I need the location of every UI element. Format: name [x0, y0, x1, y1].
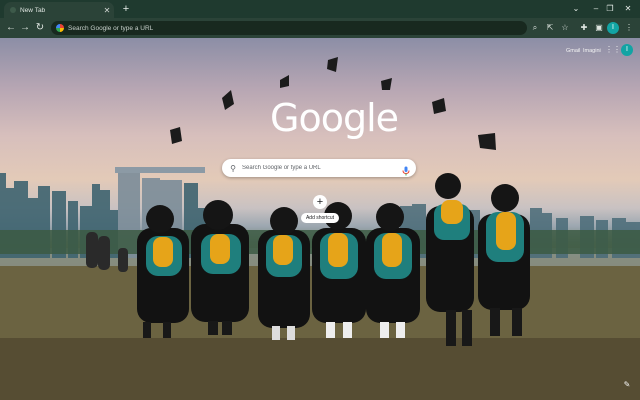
- skypark-deck: [115, 167, 205, 173]
- tab-strip: New Tab ✕ + ⌄ – ❐ ✕: [0, 0, 640, 18]
- add-shortcut-icon[interactable]: +: [313, 195, 327, 209]
- extensions-icon[interactable]: ✚: [577, 21, 591, 35]
- close-window-button[interactable]: ✕: [618, 0, 638, 18]
- search-icon: ⚲: [230, 163, 236, 173]
- add-shortcut-tile[interactable]: + Add shortcut: [301, 195, 339, 229]
- new-tab-button[interactable]: +: [119, 2, 133, 16]
- side-panel-icon[interactable]: ▣: [592, 21, 606, 35]
- new-tab-page: Gmail Imagini ⋮⋮ I Google ⚲ + Add shortc…: [0, 38, 640, 400]
- back-button[interactable]: ←: [4, 21, 18, 35]
- add-shortcut-label: Add shortcut: [301, 213, 339, 223]
- address-bar[interactable]: Search Google or type a URL: [51, 21, 527, 35]
- zoom-icon[interactable]: ⌕: [528, 21, 542, 35]
- restore-button[interactable]: ❐: [600, 0, 620, 18]
- google-logo: Google: [270, 96, 399, 140]
- tab-search-icon[interactable]: ⌄: [566, 0, 586, 18]
- account-avatar[interactable]: I: [621, 44, 633, 56]
- apps-grid-icon[interactable]: ⋮⋮: [605, 45, 621, 55]
- forward-button[interactable]: →: [18, 21, 32, 35]
- profile-avatar[interactable]: I: [607, 22, 619, 34]
- google-g-icon: [56, 24, 64, 32]
- address-bar-text: Search Google or type a URL: [68, 24, 154, 32]
- ntp-search-box[interactable]: ⚲: [222, 159, 416, 177]
- images-link[interactable]: Imagini: [583, 48, 601, 54]
- tab-close-icon[interactable]: ✕: [102, 6, 112, 15]
- reload-button[interactable]: ↻: [33, 21, 47, 35]
- browser-toolbar: ← → ↻ Search Google or type a URL ⌕ ⇱ ☆ …: [0, 18, 640, 38]
- bookmark-star-icon[interactable]: ☆: [558, 21, 572, 35]
- tab-new-tab[interactable]: New Tab ✕: [4, 2, 114, 18]
- tab-title: New Tab: [20, 6, 46, 14]
- gmail-link[interactable]: Gmail: [566, 48, 580, 54]
- tab-favicon-icon: [10, 7, 16, 13]
- share-icon[interactable]: ⇱: [543, 21, 557, 35]
- customize-chrome-icon[interactable]: ✎: [621, 379, 633, 391]
- menu-icon[interactable]: ⋮: [622, 21, 636, 35]
- search-input[interactable]: [239, 161, 401, 175]
- microphone-icon[interactable]: [401, 163, 411, 176]
